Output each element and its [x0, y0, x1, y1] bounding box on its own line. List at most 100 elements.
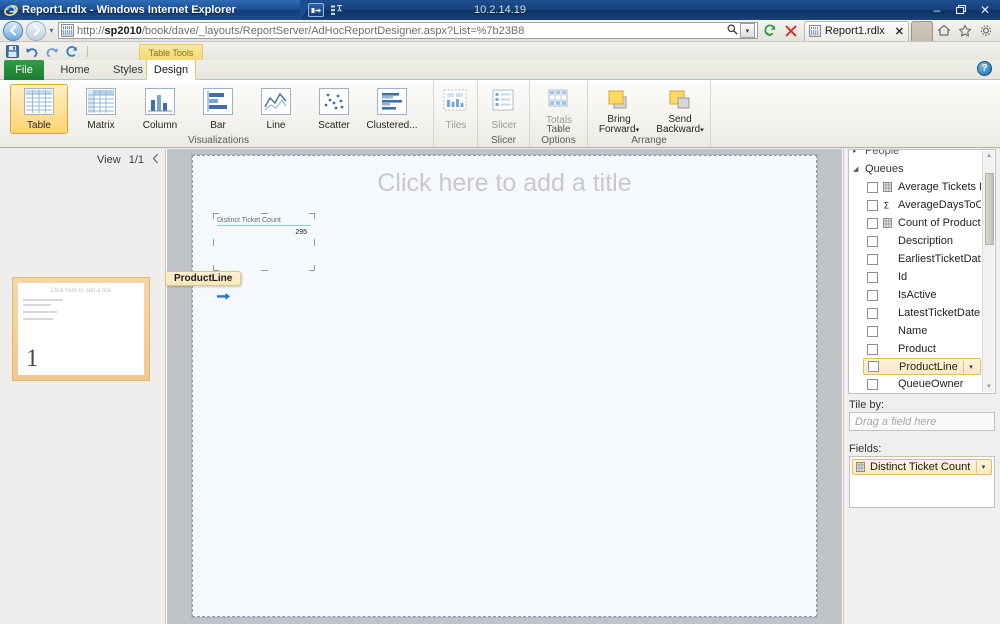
address-dropdown-button[interactable]: ▾: [739, 23, 755, 38]
refresh-icon[interactable]: [65, 45, 79, 59]
chevron-left-icon[interactable]: [152, 153, 159, 167]
report-table-column[interactable]: Distinct Ticket Count 295: [217, 217, 311, 236]
save-icon[interactable]: [5, 45, 19, 59]
tab-home[interactable]: Home: [52, 60, 98, 80]
undo-icon[interactable]: [25, 45, 39, 59]
field-item-name[interactable]: Name: [849, 322, 981, 340]
field-group-people[interactable]: ▸ People: [849, 150, 981, 160]
resize-handle-bottom-right[interactable]: [309, 265, 315, 271]
field-checkbox[interactable]: [867, 378, 878, 390]
rdp-pin-button[interactable]: [308, 3, 324, 17]
field-item-earliest-ticket-date[interactable]: EarliestTicketDate: [849, 250, 981, 268]
stop-button[interactable]: [781, 21, 802, 41]
rdp-close-button[interactable]: ✕: [974, 0, 996, 20]
field-item-latest-ticket-date[interactable]: LatestTicketDate: [849, 304, 981, 322]
field-checkbox[interactable]: [867, 181, 878, 193]
expand-caret-queues[interactable]: ◢: [853, 165, 861, 173]
table-column-header[interactable]: Distinct Ticket Count: [217, 217, 311, 226]
application-window: Report1.rdlx - Windows Internet Explorer…: [0, 0, 1000, 624]
rdp-connection-menu-icon[interactable]: [330, 4, 344, 16]
field-blank-icon: [883, 272, 893, 283]
tab-file[interactable]: File: [4, 60, 44, 80]
field-list-scroll-thumb[interactable]: [985, 173, 994, 245]
viz-scatter-label: Scatter: [318, 120, 350, 131]
resize-handle-left[interactable]: [213, 239, 214, 246]
field-checkbox[interactable]: [867, 307, 878, 319]
canvas-area[interactable]: Click here to add a title Distinct Ticke…: [165, 149, 842, 624]
field-checkbox[interactable]: [867, 235, 878, 247]
report-title-placeholder[interactable]: Click here to add a title: [193, 169, 816, 198]
address-bar-text: http://sp2010/book/dave/_layouts/ReportS…: [77, 25, 726, 37]
back-button[interactable]: [3, 20, 23, 41]
field-blank-icon: [883, 236, 893, 247]
forward-button[interactable]: [26, 20, 46, 41]
resize-handle-right[interactable]: [314, 239, 315, 246]
field-checkbox[interactable]: [867, 253, 878, 265]
field-checkbox[interactable]: [868, 361, 879, 372]
view-pane: View 1/1 Click here to add a title 1: [0, 149, 166, 624]
tiles-label: Tiles: [445, 120, 467, 131]
new-tab-button[interactable]: [911, 20, 933, 41]
field-group-queues[interactable]: ◢ Queues: [849, 160, 981, 178]
resize-handle-top[interactable]: [261, 213, 268, 214]
slicer-button[interactable]: Slicer: [475, 84, 533, 134]
viz-scatter-button[interactable]: Scatter: [305, 84, 363, 134]
field-dropdown-caret[interactable]: ▾: [963, 361, 978, 373]
field-item-isactive[interactable]: IsActive: [849, 286, 981, 304]
viz-clustered-button[interactable]: Clustered...: [359, 84, 425, 134]
address-search-icon[interactable]: [726, 24, 740, 38]
browser-tab-report1[interactable]: Report1.rdlx ✕: [803, 20, 909, 41]
fields-dropzone[interactable]: Distinct Ticket Count ▾: [849, 456, 995, 508]
field-checkbox[interactable]: [867, 271, 878, 283]
bar-chart-icon: [203, 88, 233, 115]
help-icon[interactable]: ?: [977, 61, 992, 76]
send-backward-button[interactable]: Send Backward▾: [650, 84, 710, 135]
field-item-productline[interactable]: ProductLine ▾: [863, 358, 981, 375]
rdp-minimize-button[interactable]: –: [926, 0, 948, 20]
page-thumbnail[interactable]: Click here to add a title 1: [12, 277, 150, 381]
field-item-queueowner[interactable]: QueueOwner: [849, 375, 981, 393]
field-item-id[interactable]: Id: [849, 268, 981, 286]
home-icon[interactable]: [933, 21, 954, 41]
field-chip-dropdown-caret[interactable]: ▾: [976, 461, 990, 473]
gear-icon[interactable]: [975, 21, 996, 41]
field-item-average-tickets-per-product[interactable]: Average Tickets Per Pr: [849, 178, 981, 196]
send-backward-caret[interactable]: ▾: [700, 127, 704, 134]
viz-table-button[interactable]: Table: [10, 84, 68, 134]
field-list-scrollbar[interactable]: ▲ ▼: [982, 151, 994, 392]
recent-pages-dropdown[interactable]: ▾: [46, 26, 57, 35]
browser-tab-close-icon[interactable]: ✕: [895, 25, 904, 38]
field-checkbox[interactable]: [867, 343, 878, 355]
expand-caret-people[interactable]: ▸: [853, 150, 861, 155]
report-table-object[interactable]: Distinct Ticket Count 295: [213, 213, 315, 271]
tab-design[interactable]: Design: [146, 60, 196, 80]
tab-styles[interactable]: Styles: [104, 60, 152, 80]
url-path: /book/dave/_layouts/ReportServer/AdHocRe…: [141, 24, 525, 37]
resize-handle-bottom[interactable]: [261, 270, 268, 271]
field-item-description[interactable]: Description: [849, 232, 981, 250]
field-item-count-of-product[interactable]: Count of Product: [849, 214, 981, 232]
viz-matrix-button[interactable]: Matrix: [72, 84, 130, 134]
refresh-button[interactable]: [760, 21, 781, 41]
field-checkbox[interactable]: [867, 217, 878, 229]
redo-icon[interactable]: [45, 45, 59, 59]
star-icon[interactable]: [954, 21, 975, 41]
viz-column-button[interactable]: Column: [131, 84, 189, 134]
tile-by-dropzone[interactable]: Drag a field here: [849, 412, 995, 431]
report-page[interactable]: Click here to add a title Distinct Ticke…: [165, 154, 818, 618]
bring-forward-button[interactable]: Bring Forward▾: [590, 84, 648, 135]
field-item-product[interactable]: Product: [849, 340, 981, 358]
viz-line-button[interactable]: Line: [247, 84, 305, 134]
field-checkbox[interactable]: [867, 199, 878, 211]
viz-bar-button[interactable]: Bar: [189, 84, 247, 134]
field-item-average-days-to-closure[interactable]: Σ AverageDaysToClosur: [849, 196, 981, 214]
field-chip-distinct-ticket-count[interactable]: Distinct Ticket Count ▾: [852, 459, 992, 475]
field-list-scroll-down-button[interactable]: ▼: [984, 382, 994, 392]
rdp-restore-button[interactable]: [950, 0, 972, 20]
bring-forward-caret[interactable]: ▾: [636, 127, 640, 134]
field-list-scroll-up-button[interactable]: ▲: [984, 151, 994, 161]
field-list[interactable]: ▸ People ◢ Queues Average Tickets Per Pr: [848, 149, 996, 394]
address-bar[interactable]: http://sp2010/book/dave/_layouts/ReportS…: [58, 22, 758, 39]
field-checkbox[interactable]: [867, 325, 878, 337]
field-checkbox[interactable]: [867, 289, 878, 301]
